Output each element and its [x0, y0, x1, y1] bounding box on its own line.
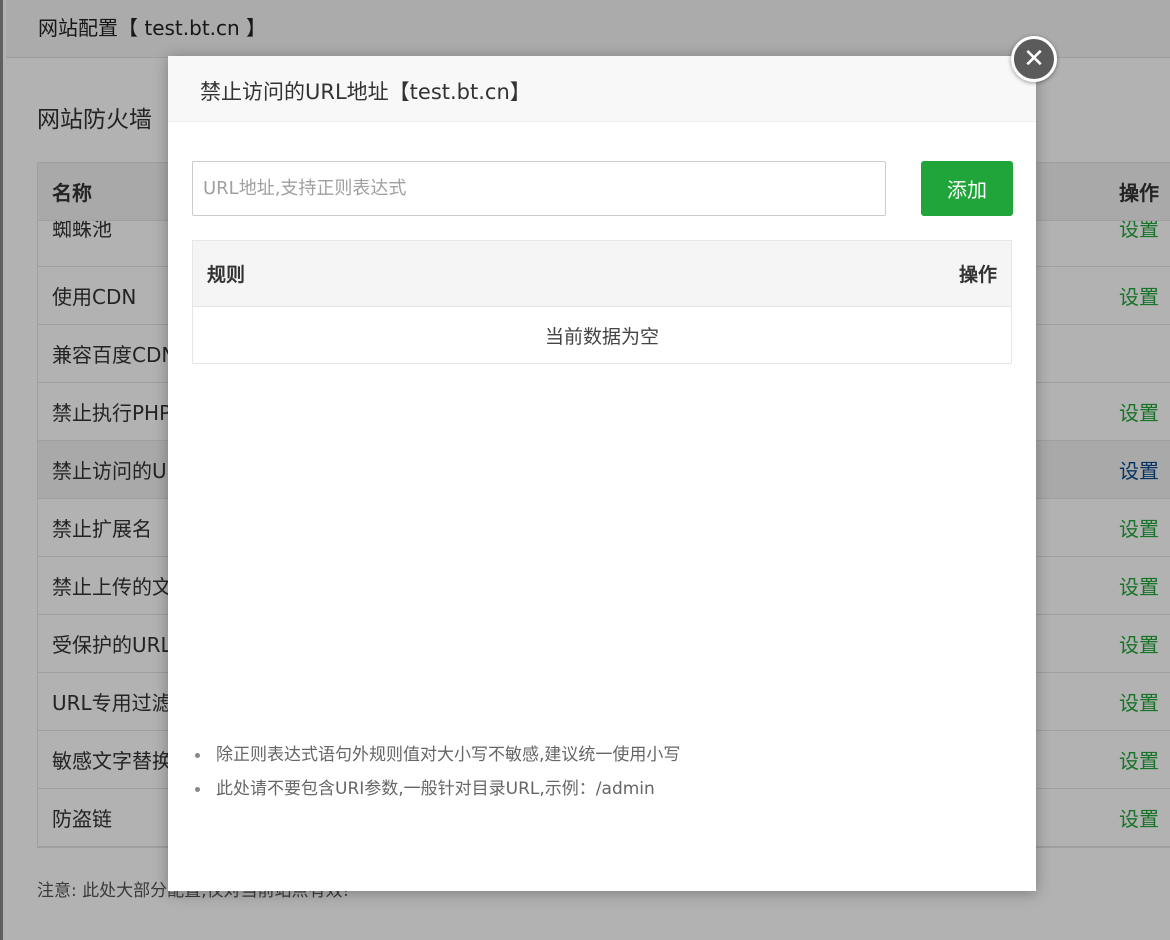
- rule-table-header: 规则 操作: [193, 241, 1011, 307]
- col-action-header: 操作: [958, 264, 997, 286]
- url-input[interactable]: [192, 161, 886, 216]
- empty-state: 当前数据为空: [544, 325, 659, 348]
- url-block-dialog: 禁止访问的URL地址【test.bt.cn】 添加 规则 操作 当前数据为空 除…: [168, 56, 1036, 891]
- add-button[interactable]: 添加: [921, 161, 1013, 216]
- tip-item: 此处请不要包含URI参数,一般针对目录URL,示例：/admin: [192, 772, 680, 806]
- col-rule-header: 规则: [207, 264, 246, 286]
- rule-table: 规则 操作 当前数据为空: [192, 240, 1012, 364]
- tips-list: 除正则表达式语句外规则值对大小写不敏感,建议统一使用小写 此处请不要包含URI参…: [192, 738, 680, 806]
- tip-item: 除正则表达式语句外规则值对大小写不敏感,建议统一使用小写: [192, 738, 680, 772]
- close-icon[interactable]: ✕: [1011, 36, 1057, 82]
- close-symbol: ✕: [1023, 44, 1045, 74]
- dialog-title: 禁止访问的URL地址【test.bt.cn】: [168, 56, 1036, 122]
